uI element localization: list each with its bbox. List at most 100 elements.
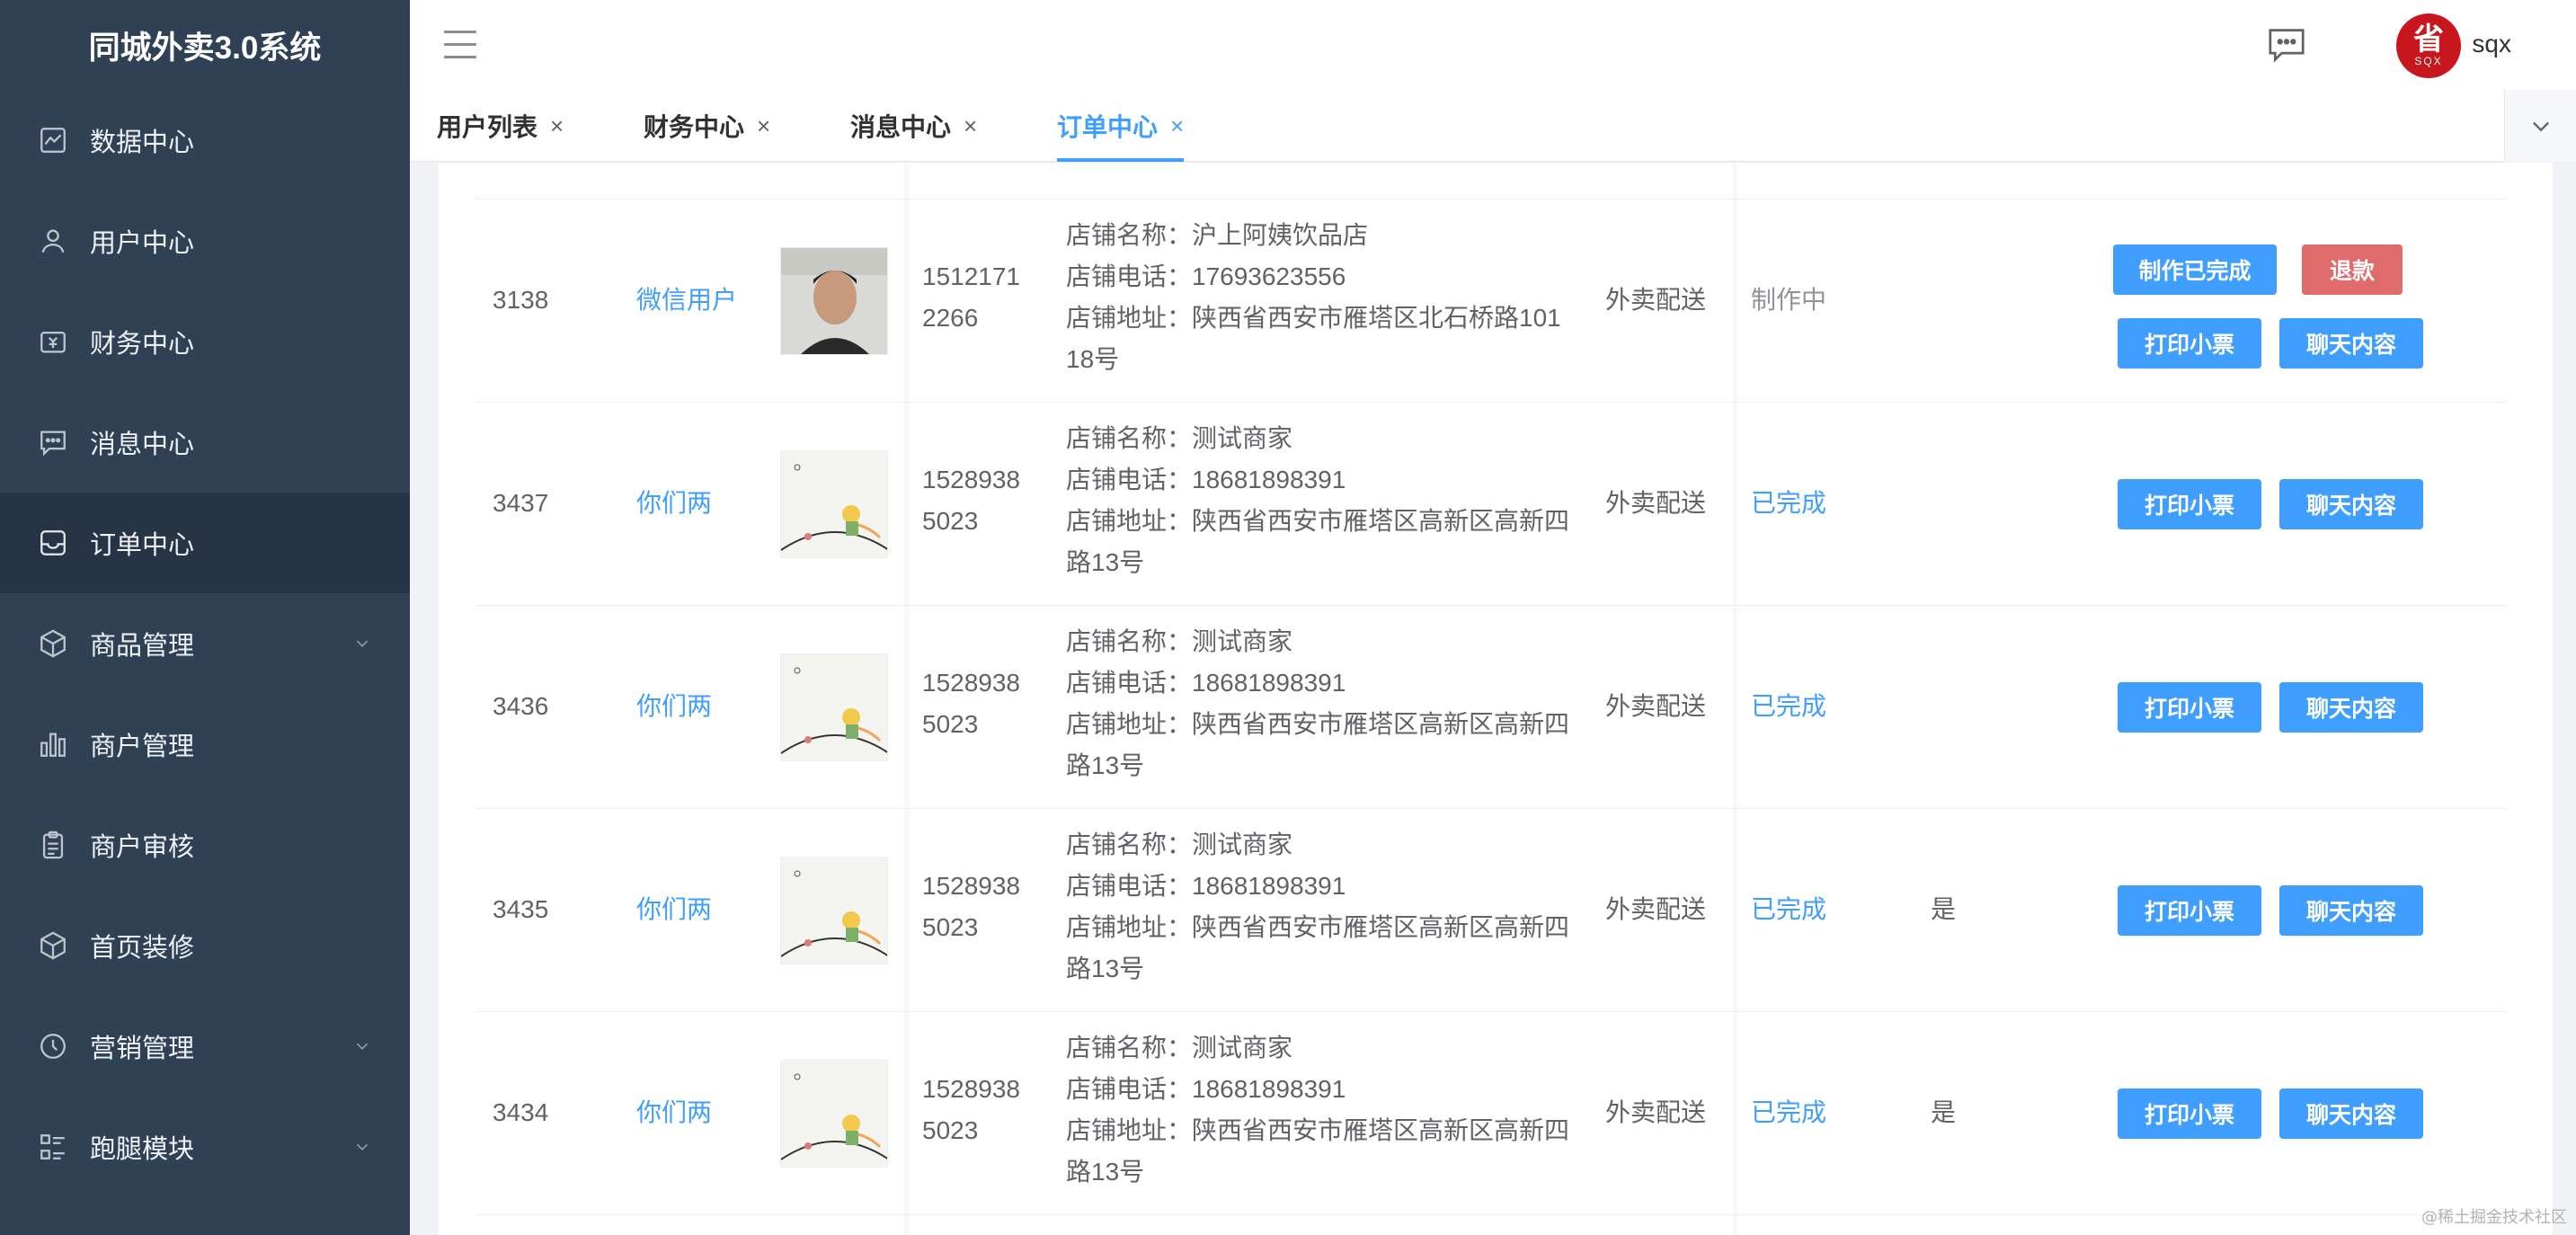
phone-line: 5023 <box>922 507 979 535</box>
username[interactable]: sqx <box>2472 30 2511 58</box>
shop-phone: 店铺电话：17693623556 <box>1066 262 1346 290</box>
sidebar-item-message-center[interactable]: 消息中心 <box>0 392 410 493</box>
shop-address: 店铺地址：陕西省西安市雁塔区高新区高新四 <box>1066 913 1570 941</box>
order-id: 3138 <box>493 286 549 314</box>
print-receipt-button[interactable]: 打印小票 <box>2118 885 2261 936</box>
chevron-down-icon[interactable] <box>352 634 372 653</box>
chart-icon <box>38 125 68 155</box>
chevron-down-icon[interactable] <box>352 1036 372 1056</box>
chat-icon[interactable] <box>2267 27 2306 63</box>
shop-name: 店铺名称：沪上阿姨饮品店 <box>1066 221 1369 249</box>
close-icon[interactable]: × <box>757 112 770 140</box>
phone-line: 2266 <box>922 304 979 332</box>
chat-content-button[interactable]: 聊天内容 <box>2279 885 2423 936</box>
tab-bar: 用户列表 × 财务中心 × 消息中心 × 订单中心 × <box>410 90 2576 162</box>
shop-address: 店铺地址：陕西省西安市雁塔区北石桥路101 <box>1066 304 1561 332</box>
shop-address-cont: 路13号 <box>1066 548 1145 576</box>
phone-line: 1528938 <box>922 669 1021 697</box>
print-receipt-button[interactable]: 打印小票 <box>2118 682 2261 733</box>
sidebar-item-label: 首页装修 <box>90 934 195 963</box>
order-id: 3435 <box>493 895 549 923</box>
sidebar: 同城外卖3.0系统 数据中心 用户中心 财务中心 消息中心 订单中心 商品管理 … <box>0 0 410 1235</box>
shop-address-cont: 18号 <box>1066 345 1120 373</box>
shop-name: 店铺名称：测试商家 <box>1066 627 1293 655</box>
close-icon[interactable]: × <box>964 112 977 140</box>
hamburger-menu-icon[interactable] <box>444 31 476 59</box>
phone-line: 1528938 <box>922 872 1021 900</box>
order-status: 已完成 <box>1751 489 1827 517</box>
user-name-link[interactable]: 你们两 <box>636 1092 712 1133</box>
user-name-link[interactable]: 你们两 <box>636 483 712 524</box>
chat-content-button[interactable]: 聊天内容 <box>2279 318 2423 369</box>
chevron-down-icon <box>2532 121 2549 132</box>
chat-content-button[interactable]: 聊天内容 <box>2279 479 2423 529</box>
user-avatar-prince <box>780 857 888 964</box>
box-icon <box>38 930 68 961</box>
sidebar-item-home-decoration[interactable]: 首页装修 <box>0 895 410 996</box>
order-status: 已完成 <box>1751 895 1827 923</box>
sidebar-item-label: 消息中心 <box>90 431 195 459</box>
print-receipt-button[interactable]: 打印小票 <box>2118 1088 2261 1139</box>
order-id: 3434 <box>493 1098 549 1126</box>
table-row: 3436 你们两 1528938 5023 店铺名称：测试商家 店铺电话：1868… <box>475 606 2506 809</box>
sidebar-item-finance-center[interactable]: 财务中心 <box>0 291 410 392</box>
sidebar-item-label: 用户中心 <box>90 229 195 258</box>
shop-address: 店铺地址：陕西省西安市雁塔区高新区高新四 <box>1066 1116 1570 1144</box>
avatar[interactable]: 省 SQX <box>2396 13 2461 78</box>
tab-finance-center[interactable]: 财务中心 × <box>644 90 770 162</box>
close-icon[interactable]: × <box>550 112 564 140</box>
brand-title: 同城外卖3.0系统 <box>88 30 322 66</box>
chevron-down-icon[interactable] <box>352 1137 372 1157</box>
print-receipt-button[interactable]: 打印小票 <box>2118 318 2261 369</box>
delivery-type: 外卖配送 <box>1605 1098 1707 1126</box>
shop-phone: 店铺电话：18681898391 <box>1066 669 1346 697</box>
sidebar-item-errand-module[interactable]: 跑腿模块 <box>0 1097 410 1197</box>
sidebar-item-marketing-management[interactable]: 营销管理 <box>0 996 410 1097</box>
order-status: 制作中 <box>1751 286 1827 314</box>
shop-address-cont: 路13号 <box>1066 751 1145 779</box>
sidebar-item-merchant-management[interactable]: 商户管理 <box>0 694 410 795</box>
user-name-link[interactable]: 你们两 <box>636 889 712 930</box>
tab-message-center[interactable]: 消息中心 × <box>850 90 977 162</box>
shop-phone: 店铺电话：18681898391 <box>1066 872 1346 900</box>
watermark: @稀土掘金技术社区 <box>2421 1208 2567 1227</box>
print-receipt-button[interactable]: 打印小票 <box>2118 479 2261 529</box>
sidebar-item-data-center[interactable]: 数据中心 <box>0 90 410 191</box>
refund-button[interactable]: 退款 <box>2302 244 2403 295</box>
wallet-icon <box>38 326 68 357</box>
message-icon <box>38 427 68 458</box>
sidebar-item-user-center[interactable]: 用户中心 <box>0 191 410 291</box>
delivery-type: 外卖配送 <box>1605 692 1707 720</box>
order-status: 已完成 <box>1751 692 1827 720</box>
table-row: 3434 你们两 1528938 5023 店铺名称：测试商家 店铺电话：1868… <box>475 1012 2506 1215</box>
order-status: 已完成 <box>1751 1098 1827 1126</box>
user-avatar-prince <box>780 653 888 761</box>
mark-complete-button[interactable]: 制作已完成 <box>2113 244 2277 295</box>
user-name-link[interactable]: 微信用户 <box>636 280 737 321</box>
box-icon <box>38 628 68 659</box>
table-row: 3437 你们两 1528938 5023 店铺名称：测试商家 店铺电话：1868… <box>475 403 2506 606</box>
table-row: 3138 微信用户 1512171 2266 店铺名称：沪上阿姨饮品店 店铺电话：… <box>475 200 2506 403</box>
user-name-link[interactable]: 你们两 <box>636 686 712 727</box>
user-avatar-prince <box>780 450 888 558</box>
shop-name: 店铺名称：测试商家 <box>1066 1034 1293 1062</box>
clock-icon <box>38 1031 68 1062</box>
chat-content-button[interactable]: 聊天内容 <box>2279 1088 2423 1139</box>
chat-content-button[interactable]: 聊天内容 <box>2279 682 2423 733</box>
sidebar-item-merchant-review[interactable]: 商户审核 <box>0 795 410 895</box>
sidebar-item-label: 跑腿模块 <box>90 1135 195 1164</box>
flag-value: 是 <box>1931 1098 1957 1126</box>
sidebar-item-label: 商品管理 <box>90 632 195 661</box>
sidebar-item-label: 商户审核 <box>90 833 195 862</box>
user-icon <box>38 226 68 256</box>
tab-order-center[interactable]: 订单中心 × <box>1057 90 1185 162</box>
close-icon[interactable]: × <box>1170 112 1184 140</box>
tab-user-list[interactable]: 用户列表 × <box>437 90 564 162</box>
sidebar-item-label: 商户管理 <box>90 733 195 761</box>
phone-line: 5023 <box>922 913 979 941</box>
shop-address: 店铺地址：陕西省西安市雁塔区高新区高新四 <box>1066 507 1570 535</box>
phone-line: 1512171 <box>922 262 1021 290</box>
tabs-dropdown-button[interactable] <box>2504 90 2576 162</box>
sidebar-item-product-management[interactable]: 商品管理 <box>0 593 410 694</box>
sidebar-item-order-center[interactable]: 订单中心 <box>0 493 410 593</box>
